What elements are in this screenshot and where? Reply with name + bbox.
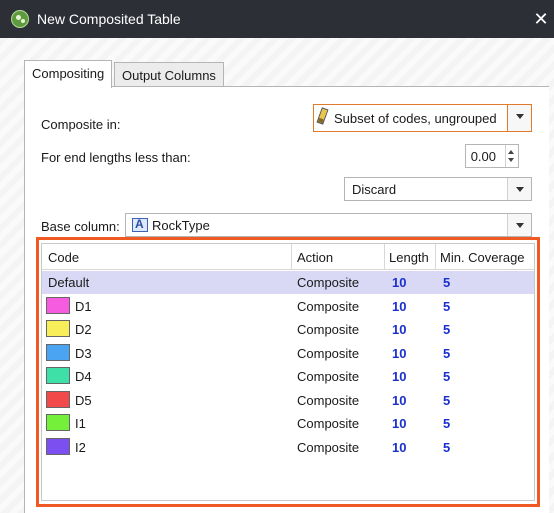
color-swatch[interactable]	[46, 414, 70, 431]
cell-length[interactable]: 10	[392, 299, 406, 314]
table-row[interactable]: D3 Composite 10 5	[42, 342, 534, 365]
cell-length[interactable]: 10	[392, 416, 406, 431]
table-row[interactable]: D2 Composite 10 5	[42, 318, 534, 341]
cell-action[interactable]: Composite	[297, 299, 359, 314]
cell-code[interactable]: D2	[75, 322, 92, 337]
cell-length[interactable]: 10	[392, 393, 406, 408]
cell-code[interactable]: Default	[48, 275, 89, 290]
column-header-action[interactable]: Action	[297, 250, 333, 265]
cell-code[interactable]: D4	[75, 369, 92, 384]
cell-action[interactable]: Composite	[297, 369, 359, 384]
composite-in-label: Composite in:	[41, 117, 121, 132]
table-row[interactable]: I1 Composite 10 5	[42, 412, 534, 435]
table-row[interactable]: Default Composite 10 5	[42, 271, 534, 294]
base-column-dropdown[interactable]: RockType	[125, 213, 532, 237]
color-swatch[interactable]	[46, 343, 70, 361]
cell-min-coverage[interactable]: 5	[443, 275, 450, 290]
cell-min-coverage[interactable]: 5	[443, 416, 450, 431]
color-swatch[interactable]	[46, 437, 70, 455]
code-table: Code Action Length Min. Coverage Default…	[41, 243, 535, 501]
end-lengths-label: For end lengths less than:	[41, 150, 191, 165]
cell-code[interactable]: I2	[75, 440, 86, 455]
column-divider[interactable]	[435, 244, 436, 270]
cell-min-coverage[interactable]: 5	[443, 369, 450, 384]
tab-output-columns[interactable]: Output Columns	[114, 62, 224, 86]
cell-action[interactable]: Composite	[297, 346, 359, 361]
cell-length[interactable]: 10	[392, 440, 406, 455]
close-button[interactable]: ✕	[528, 6, 554, 32]
column-divider[interactable]	[291, 244, 292, 270]
cell-action[interactable]: Composite	[297, 322, 359, 337]
color-swatch[interactable]	[46, 320, 70, 337]
table-row[interactable]: D5 Composite 10 5	[42, 389, 534, 412]
tab-compositing[interactable]: Compositing	[24, 60, 113, 88]
composite-in-value: Subset of codes, ungrouped	[334, 111, 497, 126]
table-row[interactable]: D1 Composite 10 5	[42, 295, 534, 318]
column-header-code[interactable]: Code	[48, 250, 79, 265]
cell-action[interactable]: Composite	[297, 440, 359, 455]
pencil-icon	[316, 107, 329, 125]
color-swatch[interactable]	[46, 390, 70, 408]
window-title: New Composited Table	[37, 11, 181, 27]
column-header-length[interactable]: Length	[389, 250, 429, 265]
stepper-buttons[interactable]	[505, 145, 518, 167]
color-swatch[interactable]	[46, 367, 70, 384]
cell-min-coverage[interactable]: 5	[443, 299, 450, 314]
app-logo-icon	[11, 10, 29, 28]
cell-action[interactable]: Composite	[297, 393, 359, 408]
cell-length[interactable]: 10	[392, 369, 406, 384]
cell-code[interactable]: I1	[75, 416, 86, 431]
cell-min-coverage[interactable]: 5	[443, 322, 450, 337]
cell-action[interactable]: Composite	[297, 275, 359, 290]
chevron-down-icon[interactable]	[507, 178, 531, 200]
category-column-icon	[132, 217, 148, 232]
cell-length[interactable]: 10	[392, 275, 406, 290]
decrement-icon[interactable]	[508, 158, 514, 162]
cell-action[interactable]: Composite	[297, 416, 359, 431]
composite-in-dropdown[interactable]: Subset of codes, ungrouped	[313, 104, 532, 132]
cell-code[interactable]: D3	[75, 346, 92, 361]
cell-min-coverage[interactable]: 5	[443, 440, 450, 455]
title-bar: New Composited Table ✕	[0, 0, 554, 38]
base-column-label: Base column:	[41, 219, 120, 234]
end-lengths-value: 0.00	[470, 149, 496, 164]
cell-min-coverage[interactable]: 5	[443, 393, 450, 408]
increment-icon[interactable]	[508, 150, 514, 154]
chevron-down-icon[interactable]	[507, 214, 531, 236]
table-row[interactable]: D4 Composite 10 5	[42, 365, 534, 388]
table-row[interactable]: I2 Composite 10 5	[42, 436, 534, 459]
table-header: Code Action Length Min. Coverage	[42, 244, 534, 270]
cell-code[interactable]: D1	[75, 299, 92, 314]
cell-length[interactable]: 10	[392, 346, 406, 361]
base-column-value: RockType	[152, 218, 210, 233]
cell-min-coverage[interactable]: 5	[443, 346, 450, 361]
chevron-down-icon[interactable]	[507, 105, 531, 131]
cell-length[interactable]: 10	[392, 322, 406, 337]
column-divider[interactable]	[384, 244, 385, 270]
end-action-dropdown[interactable]: Discard	[344, 177, 532, 201]
end-action-value: Discard	[352, 182, 397, 197]
color-swatch[interactable]	[46, 296, 70, 314]
cell-code[interactable]: D5	[75, 393, 92, 408]
end-lengths-stepper[interactable]: 0.00	[465, 144, 519, 168]
column-header-min-coverage[interactable]: Min. Coverage	[440, 250, 525, 265]
